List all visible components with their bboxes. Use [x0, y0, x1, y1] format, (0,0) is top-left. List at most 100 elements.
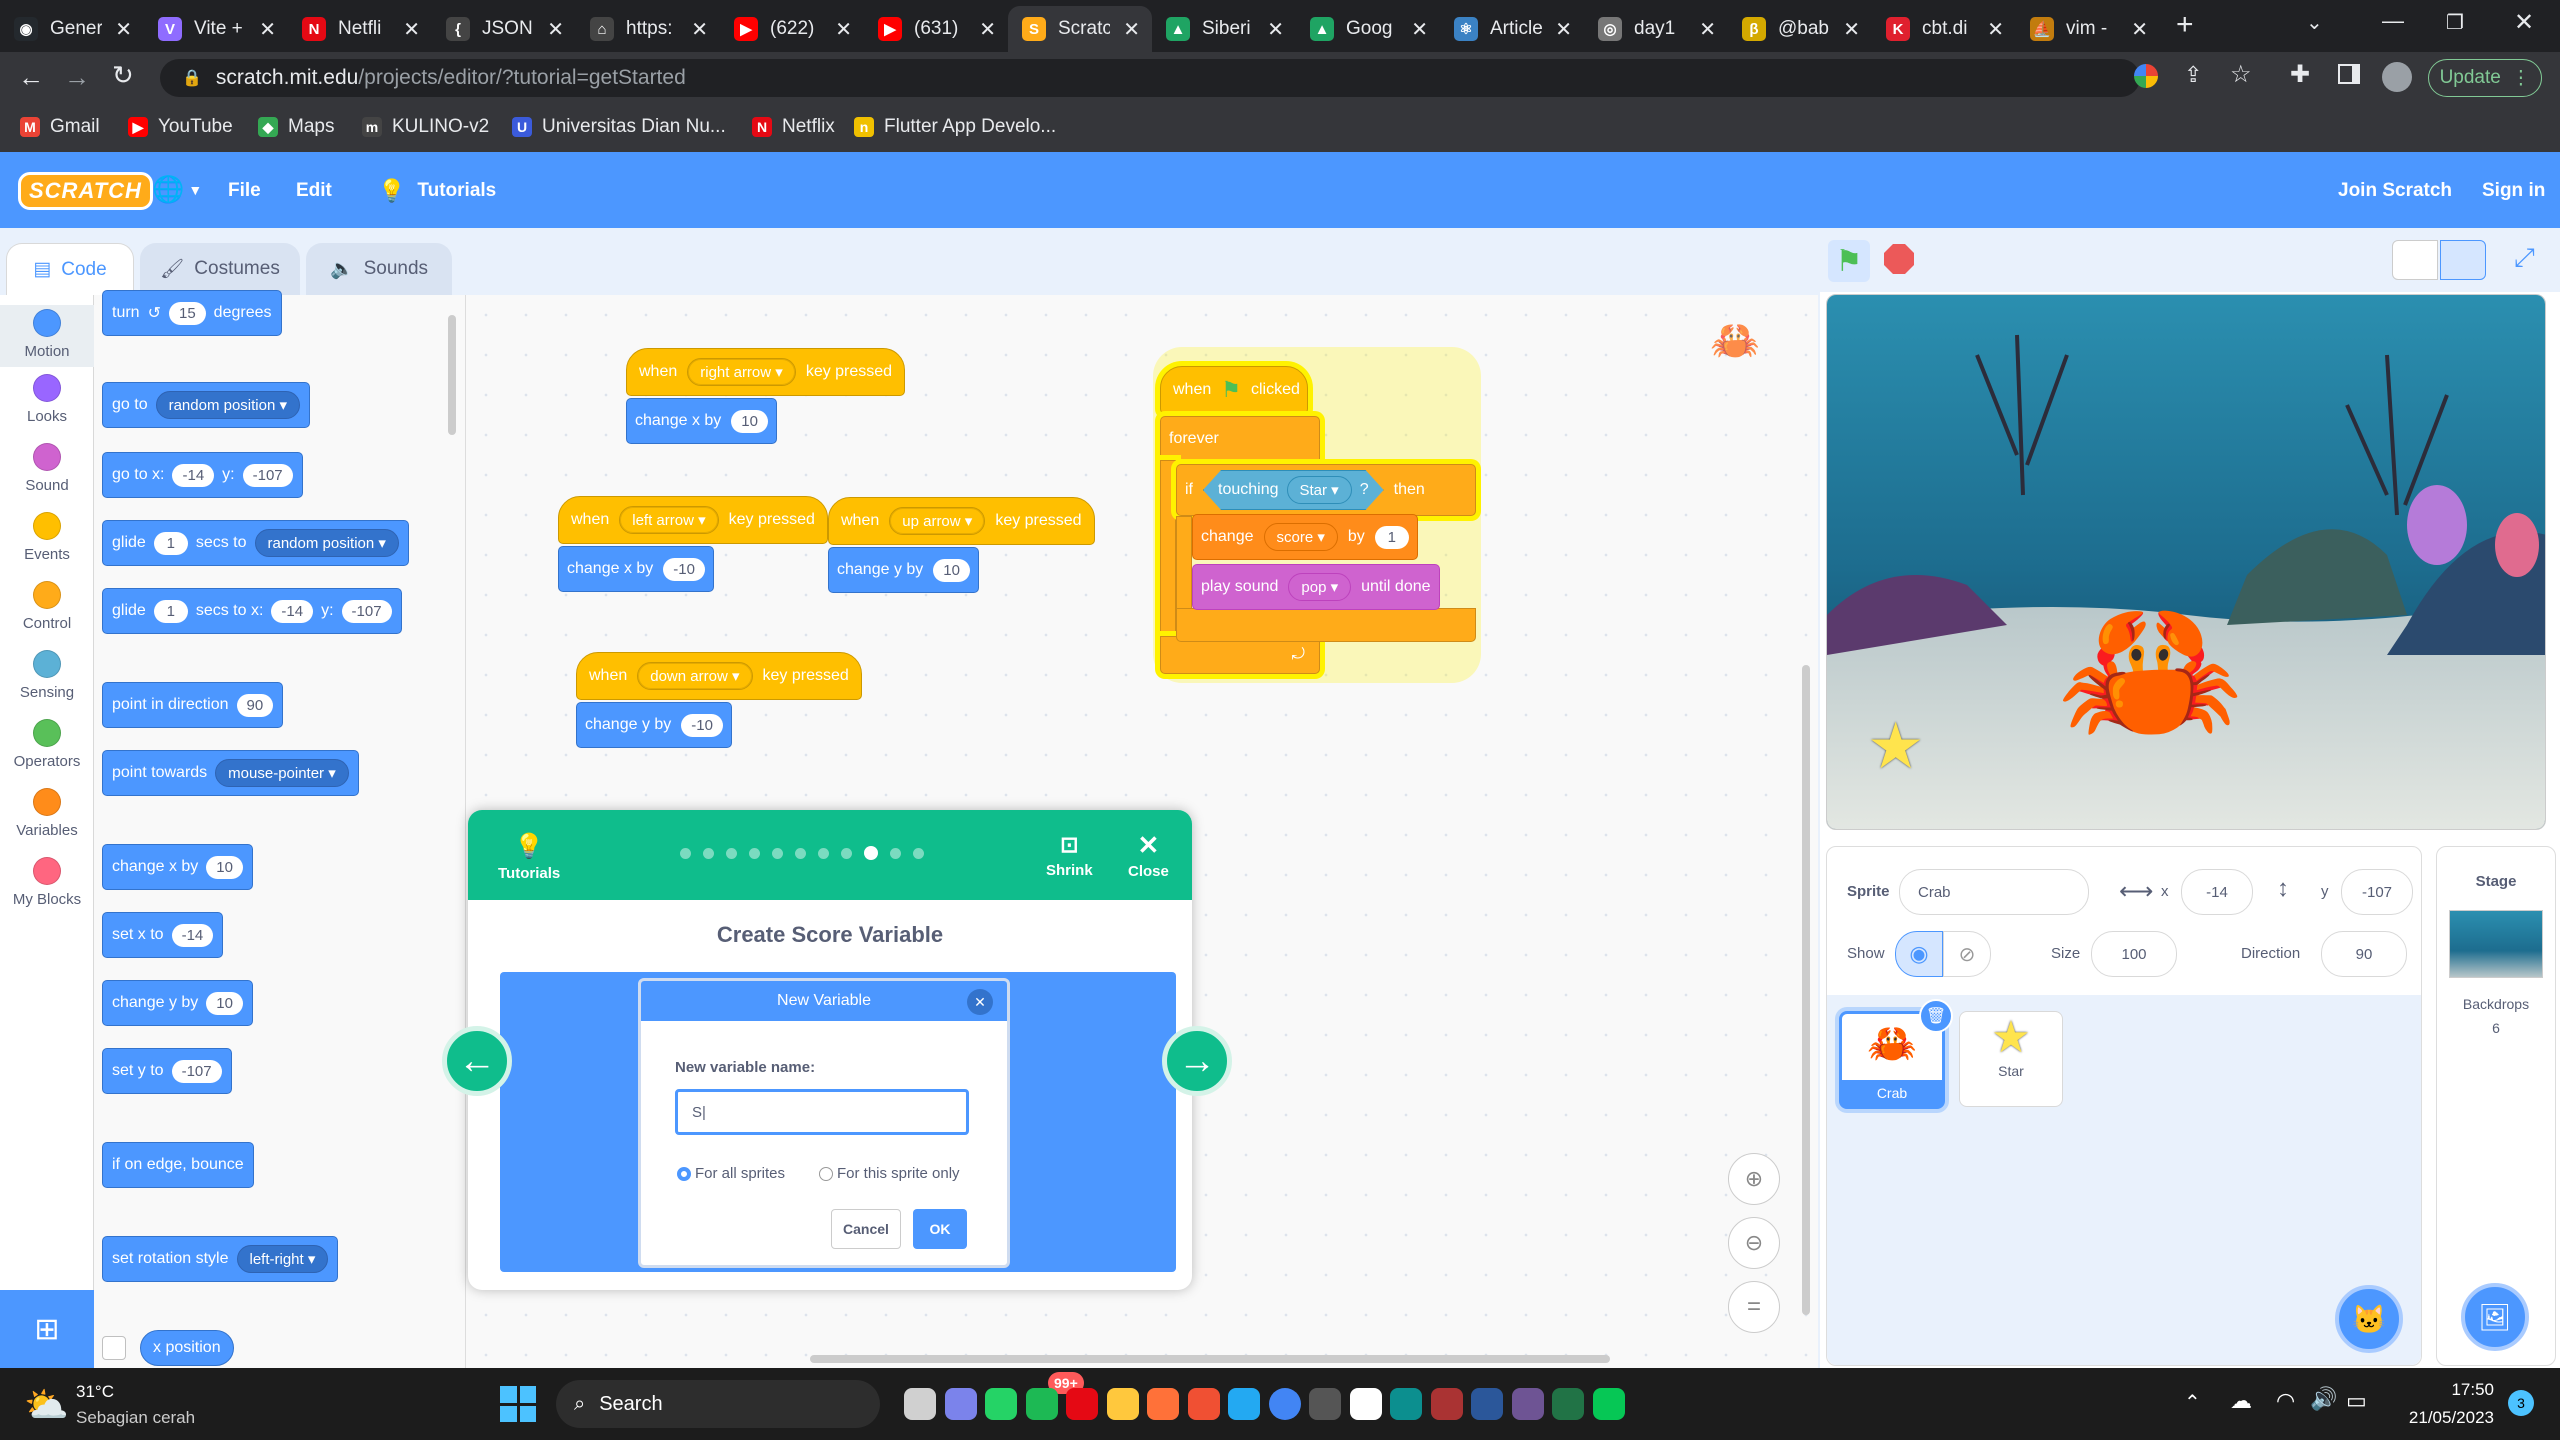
script-horizontal-scrollbar[interactable]: [810, 1355, 1610, 1363]
tab-code[interactable]: ▤ Code: [6, 243, 134, 295]
edge-icon[interactable]: [1390, 1388, 1422, 1420]
spotify-icon[interactable]: [1025, 1388, 1058, 1420]
change-score-block[interactable]: changescore by1: [1192, 514, 1418, 560]
show-hidden-button[interactable]: ⊘: [1943, 931, 1991, 977]
shrink-button[interactable]: ⊡ Shrink: [1046, 832, 1093, 879]
profile-avatar[interactable]: [2382, 62, 2412, 92]
chrome-icon[interactable]: [1268, 1388, 1301, 1420]
category-motion[interactable]: Motion: [0, 305, 94, 367]
bookmark-star-icon[interactable]: ☆: [2230, 60, 2252, 89]
taskbar-search[interactable]: ⌕ Search: [556, 1380, 880, 1428]
variable-name-input[interactable]: S|: [675, 1089, 969, 1135]
minimize-icon[interactable]: —: [2382, 8, 2404, 34]
notification-badge[interactable]: 3: [2508, 1390, 2534, 1416]
zoom-in-button[interactable]: ⊕: [1728, 1153, 1780, 1205]
bookmark-item[interactable]: n Flutter App Develo...: [854, 116, 1056, 138]
browser-tab[interactable]: ⚛ Article ✕: [1440, 6, 1584, 52]
notion-icon[interactable]: [1349, 1388, 1382, 1420]
for-this-sprite-radio[interactable]: For this sprite only: [819, 1165, 960, 1182]
clock-date[interactable]: 21/05/2023: [2398, 1408, 2494, 1428]
when-key-right-hat[interactable]: whenright arrowkey pressed: [626, 348, 906, 396]
when-key-left-hat[interactable]: whenleft arrowkey pressed: [558, 496, 828, 544]
when-key-up-hat[interactable]: whenup arrowkey pressed: [828, 497, 1095, 545]
if-then-block[interactable]: if touchingStar? then: [1176, 464, 1476, 516]
tab-close-icon[interactable]: ✕: [403, 17, 420, 42]
point-towards-block[interactable]: point towards mouse-pointer: [102, 750, 359, 796]
edit-menu[interactable]: Edit: [296, 180, 332, 202]
progress-dot[interactable]: [749, 847, 760, 859]
whatsapp-icon[interactable]: [985, 1388, 1017, 1420]
when-flag-clicked-hat[interactable]: when ⚑ clicked: [1160, 366, 1308, 414]
tab-close-icon[interactable]: ✕: [1555, 17, 1572, 42]
for-all-sprites-radio[interactable]: For all sprites: [677, 1165, 785, 1182]
scratch-logo[interactable]: SCRATCH: [18, 172, 153, 210]
progress-dot[interactable]: [772, 847, 783, 859]
small-stage-button[interactable]: [2392, 240, 2438, 280]
ok-button[interactable]: OK: [913, 1209, 967, 1249]
tab-close-icon[interactable]: ✕: [2131, 17, 2148, 42]
file-viewer-icon[interactable]: [904, 1388, 936, 1420]
browser-tab[interactable]: Kcbt.di ✕: [1872, 6, 2016, 52]
add-extension-button[interactable]: ⊞: [0, 1290, 94, 1368]
stage-target-pane[interactable]: Stage Backdrops 6 🖼: [2436, 846, 2556, 1366]
category-sound[interactable]: Sound: [0, 443, 94, 494]
side-panel-icon[interactable]: [2338, 64, 2360, 84]
set-x-block[interactable]: set x to -14: [102, 912, 224, 958]
tab-search-icon[interactable]: ⌄: [2306, 10, 2323, 35]
browser-tab[interactable]: ▲ Siberi ✕: [1152, 6, 1296, 52]
progress-dot[interactable]: [864, 846, 878, 860]
sign-in-link[interactable]: Sign in: [2482, 180, 2545, 202]
sprite-tile-star[interactable]: ★ Star: [1959, 1011, 2063, 1107]
point-direction-block[interactable]: point in direction 90: [102, 682, 284, 728]
tab-close-icon[interactable]: ✕: [1411, 17, 1428, 42]
zoom-reset-button[interactable]: =: [1728, 1281, 1780, 1333]
palette-scrollbar[interactable]: [448, 315, 456, 435]
language-menu[interactable]: 🌐 ▼: [152, 174, 202, 205]
tab-close-icon[interactable]: ✕: [691, 17, 708, 42]
category-my-blocks[interactable]: My Blocks: [0, 857, 94, 908]
battery-icon[interactable]: ▭: [2346, 1388, 2367, 1414]
play-sound-block[interactable]: play soundpopuntil done: [1192, 564, 1440, 610]
choose-backdrop-button[interactable]: 🖼: [2461, 1283, 2529, 1351]
github-icon[interactable]: [1511, 1388, 1544, 1420]
stop-button[interactable]: [1884, 244, 1914, 274]
close-button[interactable]: ✕ Close: [1128, 830, 1169, 880]
change-x-neg10-block[interactable]: change x by -10: [558, 546, 714, 592]
bookmark-item[interactable]: ▶ YouTube: [128, 116, 233, 138]
tab-close-icon[interactable]: ✕: [1267, 17, 1284, 42]
progress-dot[interactable]: [841, 847, 852, 859]
rotation-style-block[interactable]: set rotation style left-right: [102, 1236, 339, 1282]
change-y-10-block[interactable]: change y by 10: [828, 547, 979, 593]
tab-costumes[interactable]: 🖌 Costumes: [140, 243, 300, 295]
change-y-block[interactable]: change y by 10: [102, 980, 253, 1026]
progress-dot[interactable]: [680, 847, 691, 859]
browser-tab[interactable]: N Netfli ✕: [288, 6, 432, 52]
clock-time[interactable]: 17:50: [2428, 1380, 2494, 1400]
change-y-neg10-block[interactable]: change y by -10: [576, 702, 732, 748]
choose-sprite-button[interactable]: 🐱: [2335, 1285, 2403, 1353]
crab-sprite-icon[interactable]: 🦀: [2057, 595, 2244, 745]
delete-sprite-button[interactable]: 🗑: [1919, 999, 1953, 1033]
fullscreen-icon[interactable]: ⤢: [2514, 242, 2535, 274]
onedrive-icon[interactable]: ☁: [2230, 1388, 2252, 1414]
excel-icon[interactable]: [1552, 1388, 1584, 1420]
line-icon[interactable]: [1592, 1388, 1625, 1420]
bookmark-item[interactable]: ◆ Maps: [258, 116, 334, 138]
firefox-icon[interactable]: [1147, 1388, 1179, 1420]
share-icon[interactable]: ⇪: [2184, 62, 2202, 88]
terminal-icon[interactable]: [1309, 1388, 1341, 1420]
progress-dot[interactable]: [703, 847, 714, 859]
category-control[interactable]: Control: [0, 581, 94, 632]
tutorial-prev-button[interactable]: ←: [442, 1026, 512, 1096]
direction-input[interactable]: 90: [2321, 931, 2407, 977]
tab-close-icon[interactable]: ✕: [1123, 17, 1140, 42]
touching-star-boolean[interactable]: touchingStar?: [1203, 470, 1384, 510]
progress-dot[interactable]: [890, 847, 901, 859]
star-sprite-icon[interactable]: ★: [1867, 709, 1924, 784]
browser-tab[interactable]: ▶ (631) ✕: [864, 6, 1008, 52]
progress-dot[interactable]: [818, 847, 829, 859]
x-input[interactable]: -14: [2181, 869, 2253, 915]
browser-tab[interactable]: ⛵ vim - ✕: [2016, 6, 2160, 52]
change-x-block[interactable]: change x by 10: [102, 844, 253, 890]
x-position-reporter[interactable]: x position: [140, 1330, 234, 1366]
